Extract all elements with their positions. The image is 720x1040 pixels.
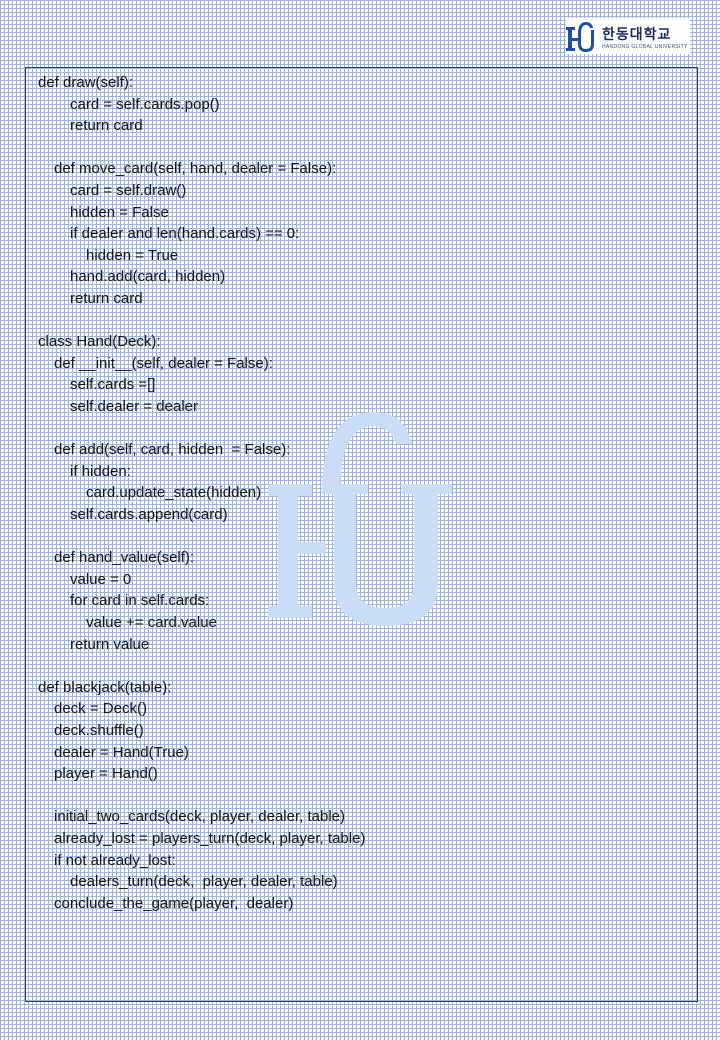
- code-line: player = Hand(): [54, 765, 158, 783]
- code-line: self.cards =[]: [70, 376, 156, 394]
- code-line: hidden = True: [86, 246, 179, 264]
- code-line: self.dealer = dealer: [70, 398, 198, 415]
- code-line: card = self.cards.pop(): [70, 95, 220, 113]
- logo-text: 한동대학교: [602, 27, 672, 43]
- university-logo: 한동대학교 HANDONG GLOBAL UNIVERSITY: [566, 18, 690, 54]
- code-line: deck.shuffle(): [54, 722, 144, 739]
- code-line: deck = Deck(): [54, 700, 147, 718]
- hgu-logo-icon: [566, 22, 594, 52]
- code-line: initial_two_cards(deck, player, dealer, …: [54, 808, 345, 826]
- code-line: hand.add(card, hidden): [70, 268, 226, 286]
- code-line: def move_card(self, hand, dealer = False…: [54, 160, 337, 178]
- code-line: card.update_state(hidden): [86, 484, 262, 502]
- code-line: def blackjack(table):: [38, 678, 172, 696]
- code-line: def draw(self):: [38, 74, 134, 91]
- code-line: if dealer and len(hand.cards) == 0:: [70, 225, 300, 243]
- code-line: dealer = Hand(True): [54, 743, 189, 761]
- code-line: if not already_lost:: [54, 851, 176, 869]
- logo-subtext: HANDONG GLOBAL UNIVERSITY: [602, 44, 688, 50]
- code-line: def __init__(self, dealer = False):: [54, 354, 273, 372]
- code-line: class Hand(Deck):: [38, 333, 161, 351]
- code-line: card = self.draw(): [70, 182, 187, 199]
- code-line: return value: [70, 635, 150, 653]
- code-line: self.cards.append(card): [70, 506, 228, 523]
- code-line: return card: [70, 290, 143, 307]
- code-line: if hidden:: [70, 462, 131, 480]
- code-line: value += card.value: [86, 614, 217, 631]
- code-line: for card in self.cards:: [70, 592, 210, 610]
- code-line: return card: [70, 117, 143, 135]
- code-line: already_lost = players_turn(deck, player…: [54, 830, 366, 847]
- code-line: def hand_value(self):: [54, 549, 195, 567]
- code-line: def add(self, card, hidden = False):: [54, 441, 291, 459]
- code-line: hidden = False: [70, 203, 169, 221]
- code-line: conclude_the_game(player, dealer): [54, 894, 294, 912]
- code-line: dealers_turn(deck, player, dealer, table…: [70, 873, 338, 891]
- code-line: value = 0: [70, 570, 132, 588]
